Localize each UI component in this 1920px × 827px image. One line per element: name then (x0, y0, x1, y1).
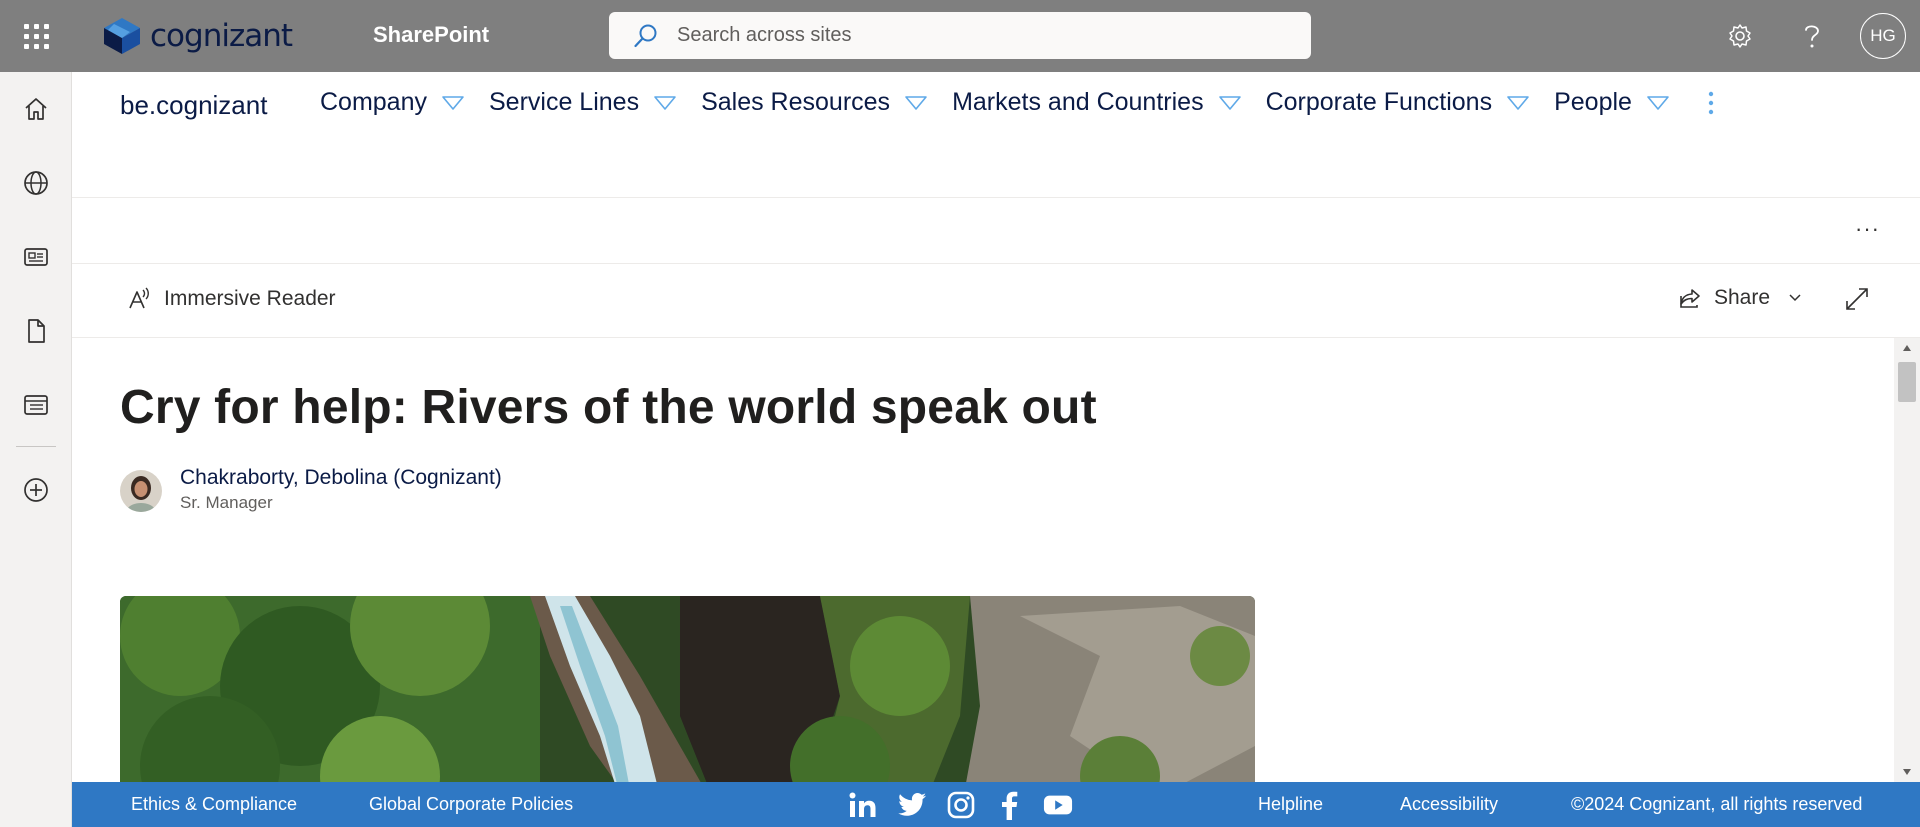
chevron-down-icon (1218, 95, 1241, 110)
footer-link-helpline[interactable]: Helpline (1258, 794, 1323, 815)
footer-link-accessibility[interactable]: Accessibility (1400, 794, 1498, 815)
nav-item-service-lines[interactable]: Service Lines (489, 88, 677, 117)
site-footer: Ethics & Compliance Global Corporate Pol… (72, 782, 1920, 827)
nav-label: People (1554, 88, 1632, 116)
waffle-icon (23, 23, 49, 49)
footer-link-policies[interactable]: Global Corporate Policies (369, 794, 573, 815)
nav-label: Markets and Countries (952, 88, 1204, 116)
triangle-up-icon (1903, 345, 1911, 351)
chevron-down-icon (1789, 294, 1801, 302)
nav-label: Sales Resources (701, 88, 891, 116)
nav-item-markets-and-countries[interactable]: Markets and Countries (952, 88, 1242, 117)
chevron-down-icon (1647, 95, 1669, 110)
scrollbar-thumb[interactable] (1898, 362, 1916, 402)
search-icon (634, 24, 657, 47)
nav-item-corporate-functions[interactable]: Corporate Functions (1266, 88, 1531, 117)
footer-link-ethics[interactable]: Ethics & Compliance (131, 794, 297, 815)
site-header: be.cognizant Company Service Lines Sales… (72, 72, 1920, 198)
hero-image (120, 596, 1255, 782)
user-avatar-button[interactable]: HG (1860, 13, 1906, 59)
nav-label: Service Lines (489, 88, 640, 116)
chevron-down-icon (1507, 95, 1529, 110)
page-toolbar: Immersive Reader Share (72, 264, 1920, 338)
product-name[interactable]: SharePoint (373, 22, 489, 48)
app-launcher-button[interactable] (0, 0, 72, 72)
site-title[interactable]: be.cognizant (120, 90, 267, 121)
scroll-down-button[interactable] (1894, 762, 1920, 782)
help-button[interactable] (1782, 0, 1842, 72)
nav-item-people[interactable]: People (1554, 88, 1670, 117)
immersive-reader-button[interactable]: Immersive Reader (128, 286, 336, 312)
author-avatar[interactable] (120, 470, 162, 512)
author-photo-icon (120, 470, 162, 512)
article-content: Cry for help: Rivers of the world speak … (72, 338, 1894, 782)
copyright-text: ©2024 Cognizant, all rights reserved (1571, 794, 1863, 814)
author-role: Sr. Manager (180, 493, 273, 512)
author-info: Chakraborty, Debolina (Cognizant) Sr. Ma… (180, 466, 502, 513)
suite-bar: cognizant SharePoint HG (0, 0, 1920, 72)
chevron-down-icon (654, 95, 676, 110)
news-icon (24, 248, 48, 266)
cognizant-logo[interactable]: cognizant (100, 14, 293, 58)
expand-icon (1846, 288, 1868, 310)
home-icon (25, 98, 47, 120)
chevron-down-icon (442, 95, 464, 110)
search-input[interactable] (677, 24, 1277, 47)
appbar-home[interactable] (0, 72, 72, 146)
facebook-icon[interactable] (994, 790, 1024, 820)
appbar-create[interactable] (0, 453, 72, 527)
settings-button[interactable] (1710, 0, 1770, 72)
more-options-button[interactable]: ··· (1855, 216, 1880, 242)
appbar-sites[interactable] (0, 146, 72, 220)
list-icon (24, 395, 48, 415)
help-icon (1805, 25, 1819, 48)
appbar-lists[interactable] (0, 368, 72, 442)
immersive-reader-label: Immersive Reader (164, 287, 336, 310)
globe-icon (24, 171, 48, 195)
top-navigation: Company Service Lines Sales Resources Ma… (320, 88, 1716, 117)
linkedin-icon[interactable] (848, 790, 878, 820)
chevron-down-icon (905, 95, 927, 110)
vertical-scrollbar[interactable] (1894, 338, 1920, 782)
appbar-news[interactable] (0, 220, 72, 294)
more-vertical-icon[interactable] (1706, 90, 1716, 116)
add-circle-icon (24, 478, 48, 502)
river-gorge-image (120, 596, 1255, 782)
youtube-icon[interactable] (1043, 790, 1073, 820)
author-name[interactable]: Chakraborty, Debolina (Cognizant) (180, 466, 502, 490)
app-bar (0, 72, 72, 827)
cognizant-logo-mark-icon (104, 18, 140, 54)
immersive-reader-icon (129, 287, 149, 309)
search-box[interactable] (609, 12, 1311, 59)
triangle-down-icon (1903, 769, 1911, 775)
share-button[interactable]: Share (1678, 286, 1802, 310)
nav-item-company[interactable]: Company (320, 88, 465, 117)
gear-icon (1729, 24, 1751, 48)
nav-label: Corporate Functions (1265, 88, 1493, 116)
expand-button[interactable] (1844, 286, 1870, 317)
nav-label: Company (320, 88, 427, 116)
scroll-up-button[interactable] (1894, 338, 1920, 358)
twitter-icon[interactable] (898, 790, 928, 820)
author-byline: Chakraborty, Debolina (Cognizant) Sr. Ma… (120, 466, 502, 513)
instagram-icon[interactable] (946, 790, 976, 820)
share-label: Share (1714, 286, 1771, 309)
appbar-files[interactable] (0, 294, 72, 368)
appbar-divider (15, 446, 56, 447)
page-title: Cry for help: Rivers of the world speak … (120, 381, 1097, 434)
brand-name: cognizant (150, 18, 293, 54)
share-icon (1680, 289, 1700, 308)
file-icon (28, 319, 45, 343)
nav-item-sales-resources[interactable]: Sales Resources (701, 88, 928, 117)
command-bar: ··· (72, 198, 1920, 264)
